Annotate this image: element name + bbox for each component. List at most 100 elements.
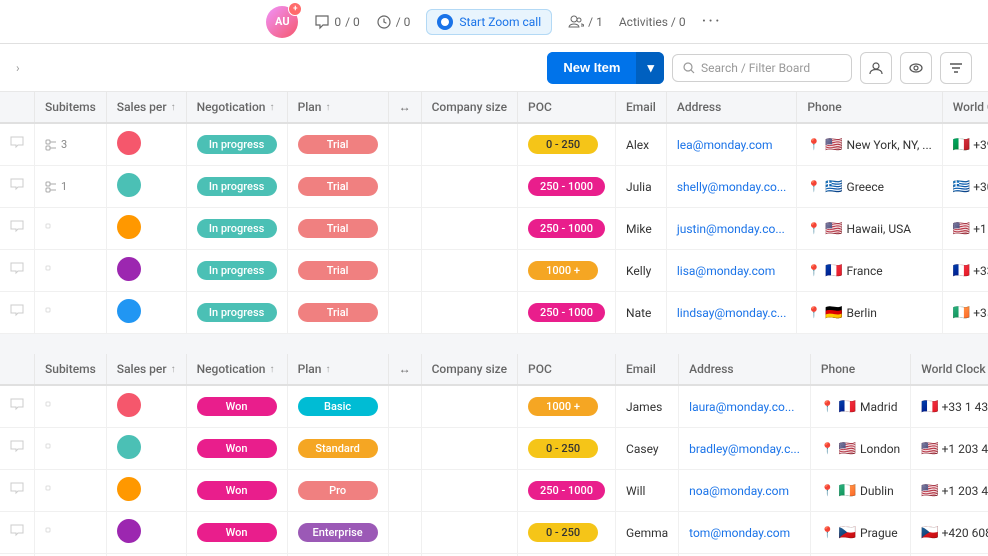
- comment-cell[interactable]: [0, 470, 35, 512]
- email-cell[interactable]: lea@monday.com: [666, 123, 797, 166]
- more-options-button[interactable]: ···: [702, 11, 722, 32]
- neg-cell[interactable]: Standard: [287, 428, 388, 470]
- people-action[interactable]: / 1: [568, 14, 603, 30]
- col2-size[interactable]: Company size: [421, 354, 517, 385]
- neg-cell[interactable]: Pro: [287, 470, 388, 512]
- col2-neg[interactable]: Negotication↑: [186, 354, 287, 385]
- sales-cell[interactable]: In progress: [186, 250, 287, 292]
- top-bar: AU + 0 / 0 / 0 Start Zoom call / 1 Activ…: [0, 0, 988, 44]
- col-resize[interactable]: ↔: [388, 92, 421, 123]
- comment-cell[interactable]: [0, 428, 35, 470]
- search-box[interactable]: Search / Filter Board: [672, 54, 852, 82]
- subitems-cell[interactable]: [35, 428, 107, 470]
- email-cell[interactable]: bradley@monday.c...: [679, 428, 811, 470]
- col2-subitems[interactable]: Subitems: [35, 354, 107, 385]
- comment-cell[interactable]: [0, 385, 35, 428]
- subitems-cell[interactable]: [35, 292, 107, 334]
- col2-address[interactable]: Address: [679, 354, 811, 385]
- subitems-cell[interactable]: [35, 512, 107, 554]
- col2-resize[interactable]: ↔: [388, 354, 421, 385]
- updates-action[interactable]: / 0: [376, 14, 411, 30]
- email-cell[interactable]: lisa@monday.com: [666, 250, 797, 292]
- comment-cell[interactable]: [0, 512, 35, 554]
- size-cell[interactable]: 250 - 1000: [518, 166, 616, 208]
- col-clock[interactable]: World Clock: [942, 92, 988, 123]
- size-cell[interactable]: 1000 +: [518, 250, 616, 292]
- comment-cell[interactable]: [0, 123, 35, 166]
- neg-cell[interactable]: Trial: [287, 123, 388, 166]
- sales-cell[interactable]: In progress: [186, 208, 287, 250]
- email-cell[interactable]: noa@monday.com: [679, 470, 811, 512]
- comment-cell[interactable]: [0, 208, 35, 250]
- sales-cell[interactable]: Won: [186, 512, 287, 554]
- size-cell[interactable]: 250 - 1000: [518, 208, 616, 250]
- activities-action[interactable]: Activities / 0: [619, 15, 686, 29]
- col2-clock[interactable]: World Clock: [911, 354, 988, 385]
- sales-cell[interactable]: Won: [186, 470, 287, 512]
- table-row[interactable]: 3In progressTrial0 - 250Alexlea@monday.c…: [0, 123, 988, 166]
- size-cell[interactable]: 0 - 250: [518, 123, 616, 166]
- comment-cell[interactable]: [0, 292, 35, 334]
- neg-cell[interactable]: Trial: [287, 292, 388, 334]
- size-cell[interactable]: 0 - 250: [518, 428, 616, 470]
- subitems-cell[interactable]: [35, 385, 107, 428]
- col-subitems[interactable]: Subitems: [35, 92, 107, 123]
- sales-cell[interactable]: In progress: [186, 292, 287, 334]
- table-row[interactable]: WonBasic1000 +Jameslaura@monday.co...📍🇫🇷…: [0, 385, 988, 428]
- table-row[interactable]: WonStandard0 - 250Caseybradley@monday.c.…: [0, 428, 988, 470]
- neg-cell[interactable]: Enterprise: [287, 512, 388, 554]
- user-avatar[interactable]: AU +: [266, 6, 298, 38]
- new-item-dropdown-arrow[interactable]: ▾: [636, 52, 664, 84]
- table-row[interactable]: In progressTrial250 - 1000Mikejustin@mon…: [0, 208, 988, 250]
- email-cell[interactable]: justin@monday.co...: [666, 208, 797, 250]
- neg-cell[interactable]: Trial: [287, 208, 388, 250]
- email-cell[interactable]: tom@monday.com: [679, 512, 811, 554]
- table-row[interactable]: WonPro250 - 1000Willnoa@monday.com📍🇮🇪Dub…: [0, 470, 988, 512]
- size-cell[interactable]: 0 - 250: [518, 512, 616, 554]
- col-address[interactable]: Address: [666, 92, 797, 123]
- subitems-cell[interactable]: [35, 208, 107, 250]
- col-size[interactable]: Company size: [421, 92, 517, 123]
- filter-icon-btn[interactable]: [940, 52, 972, 84]
- table-row[interactable]: WonEnterprise0 - 250Gemmatom@monday.com📍…: [0, 512, 988, 554]
- comment-cell[interactable]: [0, 250, 35, 292]
- sales-cell[interactable]: In progress: [186, 123, 287, 166]
- neg-cell[interactable]: Basic: [287, 385, 388, 428]
- zoom-button[interactable]: Start Zoom call: [426, 9, 552, 35]
- col-phone[interactable]: Phone: [797, 92, 942, 123]
- neg-cell[interactable]: Trial: [287, 250, 388, 292]
- new-item-button[interactable]: New Item ▾: [547, 52, 664, 84]
- col-neg[interactable]: Negotication↑: [186, 92, 287, 123]
- size-cell[interactable]: 1000 +: [518, 385, 616, 428]
- col2-sales[interactable]: Sales per↑: [106, 354, 186, 385]
- sales-cell[interactable]: In progress: [186, 166, 287, 208]
- table-row[interactable]: In progressTrial250 - 1000Natelindsay@mo…: [0, 292, 988, 334]
- size-cell[interactable]: 250 - 1000: [518, 292, 616, 334]
- subitems-cell[interactable]: [35, 470, 107, 512]
- comment-cell[interactable]: [0, 166, 35, 208]
- email-cell[interactable]: lindsay@monday.c...: [666, 292, 797, 334]
- size-cell[interactable]: 250 - 1000: [518, 470, 616, 512]
- sales-cell[interactable]: Won: [186, 428, 287, 470]
- subitems-cell[interactable]: [35, 250, 107, 292]
- user-icon-btn[interactable]: [860, 52, 892, 84]
- sales-cell[interactable]: Won: [186, 385, 287, 428]
- subitems-cell[interactable]: 1: [35, 166, 107, 208]
- subitems-cell[interactable]: 3: [35, 123, 107, 166]
- col2-email[interactable]: Email: [616, 354, 679, 385]
- col-sales[interactable]: Sales per↑: [106, 92, 186, 123]
- email-cell[interactable]: shelly@monday.co...: [666, 166, 797, 208]
- col2-plan[interactable]: Plan↑: [287, 354, 388, 385]
- table-row[interactable]: 1In progressTrial250 - 1000Juliashelly@m…: [0, 166, 988, 208]
- col-plan[interactable]: Plan↑: [287, 92, 388, 123]
- col-poc[interactable]: POC: [518, 92, 616, 123]
- col2-phone[interactable]: Phone: [810, 354, 910, 385]
- email-cell[interactable]: laura@monday.co...: [679, 385, 811, 428]
- col2-poc[interactable]: POC: [518, 354, 616, 385]
- eye-icon-btn[interactable]: [900, 52, 932, 84]
- comments-action[interactable]: 0 / 0: [314, 14, 359, 30]
- avatar-group[interactable]: AU +: [266, 6, 298, 38]
- col-email[interactable]: Email: [616, 92, 667, 123]
- table-row[interactable]: In progressTrial1000 +Kellylisa@monday.c…: [0, 250, 988, 292]
- neg-cell[interactable]: Trial: [287, 166, 388, 208]
